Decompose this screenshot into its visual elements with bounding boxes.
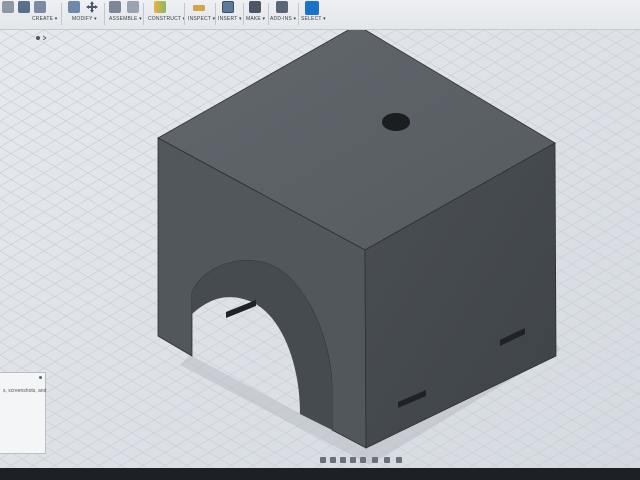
3d-viewport[interactable] bbox=[0, 24, 640, 470]
orbit-icon[interactable] bbox=[320, 457, 326, 463]
separator bbox=[143, 3, 144, 25]
box-icon[interactable] bbox=[18, 1, 30, 13]
cursor-icon[interactable] bbox=[305, 1, 319, 15]
display-settings-icon[interactable] bbox=[372, 457, 378, 463]
modify-group[interactable]: MODIFY ▾ bbox=[64, 0, 104, 30]
component-icon[interactable] bbox=[109, 1, 121, 13]
ribbon-toolbar: CREATE ▾ MODIFY ▾ ASSEMBLE ▾ CONSTRUCT ▾… bbox=[0, 0, 640, 30]
create-group[interactable]: CREATE ▾ bbox=[0, 0, 58, 30]
separator bbox=[243, 3, 244, 25]
browser-controls-icon[interactable] bbox=[0, 33, 50, 43]
insert-menu[interactable]: INSERT ▾ bbox=[218, 16, 242, 22]
browser-collapsed[interactable] bbox=[0, 30, 640, 43]
separator bbox=[184, 3, 185, 25]
press-pull-icon[interactable] bbox=[68, 1, 80, 13]
create-menu[interactable]: CREATE ▾ bbox=[32, 16, 57, 22]
separator bbox=[215, 3, 216, 25]
assemble-menu[interactable]: ASSEMBLE ▾ bbox=[109, 16, 142, 22]
plugin-icon[interactable] bbox=[276, 1, 288, 13]
move-arrows-icon[interactable] bbox=[86, 1, 98, 13]
top-hole[interactable] bbox=[382, 113, 410, 131]
fit-icon[interactable] bbox=[360, 457, 366, 463]
addins-group[interactable]: ADD-INS ▾ bbox=[270, 0, 298, 30]
viewports-icon[interactable] bbox=[396, 457, 402, 463]
select-menu[interactable]: SELECT ▾ bbox=[301, 16, 326, 22]
dot-icon[interactable] bbox=[38, 375, 43, 380]
insert-group[interactable]: INSERT ▾ bbox=[218, 0, 242, 30]
zoom-icon[interactable] bbox=[350, 457, 356, 463]
comments-panel[interactable]: s, screenshots, and bbox=[0, 372, 46, 454]
inspect-group[interactable]: INSPECT ▾ bbox=[187, 0, 215, 30]
inspect-menu[interactable]: INSPECT ▾ bbox=[188, 16, 215, 22]
panel-text: s, screenshots, and bbox=[3, 388, 47, 394]
joint-icon[interactable] bbox=[127, 1, 139, 13]
separator bbox=[104, 3, 105, 25]
separator bbox=[61, 3, 62, 25]
measure-icon[interactable] bbox=[193, 5, 205, 11]
make-group[interactable]: MAKE ▾ bbox=[246, 0, 268, 30]
solid-box-icon[interactable] bbox=[34, 1, 46, 13]
grid-settings-icon[interactable] bbox=[384, 457, 390, 463]
modify-menu[interactable]: MODIFY ▾ bbox=[72, 16, 97, 22]
sketch-icon[interactable] bbox=[2, 1, 14, 13]
print-icon[interactable] bbox=[249, 1, 261, 13]
separator bbox=[298, 3, 299, 25]
separator bbox=[268, 3, 269, 25]
image-icon[interactable] bbox=[222, 1, 234, 13]
monitor-bezel bbox=[0, 468, 640, 480]
look-at-icon[interactable] bbox=[330, 457, 336, 463]
navigation-bar bbox=[318, 456, 414, 466]
construct-group[interactable]: CONSTRUCT ▾ bbox=[146, 0, 185, 30]
pan-icon[interactable] bbox=[340, 457, 346, 463]
make-menu[interactable]: MAKE ▾ bbox=[246, 16, 265, 22]
viewport-canvas[interactable] bbox=[0, 24, 640, 470]
construct-menu[interactable]: CONSTRUCT ▾ bbox=[148, 16, 185, 22]
select-group[interactable]: SELECT ▾ bbox=[301, 0, 326, 30]
assemble-group[interactable]: ASSEMBLE ▾ bbox=[107, 0, 145, 30]
plane-icon[interactable] bbox=[154, 1, 166, 13]
addins-menu[interactable]: ADD-INS ▾ bbox=[270, 16, 296, 22]
